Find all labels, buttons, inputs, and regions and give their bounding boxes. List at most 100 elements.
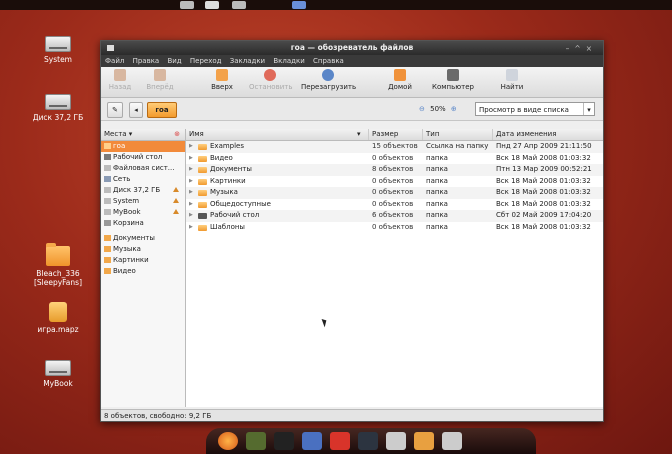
archive-icon — [49, 302, 67, 322]
zoom-out-icon[interactable]: ⊖ — [419, 105, 425, 113]
eject-icon[interactable] — [173, 187, 179, 192]
reload-button[interactable]: Перезагрузить — [301, 69, 356, 91]
expand-icon[interactable]: ▶ — [189, 222, 193, 234]
expand-icon[interactable]: ▶ — [189, 210, 193, 222]
desktop-icon-label: MyBook — [43, 379, 73, 388]
arrow-left-icon — [114, 69, 126, 81]
expand-icon[interactable]: ▶ — [189, 176, 193, 188]
network-icon — [104, 176, 111, 182]
sidebar-bookmark-documents[interactable]: Документы — [101, 233, 185, 244]
breadcrumb-home[interactable]: гоа — [147, 102, 177, 118]
sidebar-item-desktop[interactable]: Рабочий стол — [101, 152, 185, 163]
menu-edit[interactable]: Правка — [133, 57, 160, 65]
search-icon — [506, 69, 518, 81]
computer-button[interactable]: Компьютер — [431, 69, 475, 91]
sidebar-item-network[interactable]: Сеть — [101, 174, 185, 185]
menu-go[interactable]: Переход — [190, 57, 222, 65]
app-launcher-icon[interactable] — [274, 432, 294, 450]
desktop-icon-system[interactable]: System — [18, 36, 98, 64]
panel-applet-icon[interactable] — [292, 1, 306, 9]
menu-file[interactable]: Файл — [105, 57, 124, 65]
table-row[interactable]: ▶ Рабочий стол 6 объектов папка Сбт 02 Май 2… — [186, 210, 603, 222]
column-header-modified[interactable]: Дата изменения — [493, 129, 603, 140]
column-header-type[interactable]: Тип — [423, 129, 493, 140]
desktop-icon-label: System — [44, 55, 72, 64]
sidebar-item-home[interactable]: гоа — [101, 141, 185, 152]
drive-icon — [104, 209, 111, 215]
sidebar-item-mybook[interactable]: MyBook — [101, 207, 185, 218]
sidebar-bookmark-music[interactable]: Музыка — [101, 244, 185, 255]
window-menu-icon[interactable] — [107, 45, 114, 51]
drive-icon[interactable] — [442, 432, 462, 450]
forward-button[interactable]: Вперёд — [143, 69, 177, 91]
sidebar-item-trash[interactable]: Корзина — [101, 218, 185, 229]
computer-icon — [447, 69, 459, 81]
menu-help[interactable]: Справка — [313, 57, 344, 65]
drive-icon — [45, 360, 71, 376]
desktop-folder-icon — [198, 213, 207, 219]
app-launcher-icon[interactable] — [330, 432, 350, 450]
expand-icon[interactable]: ▶ — [189, 164, 193, 176]
table-row[interactable]: ▶ Документы 8 объектов папка Птн 13 Мар 2009… — [186, 164, 603, 176]
folder-icon[interactable] — [414, 432, 434, 450]
panel-applet-icon[interactable] — [205, 1, 219, 9]
chevron-down-icon: ▾ — [583, 103, 594, 115]
table-row[interactable]: ▶ Музыка 0 объектов папка Вск 18 Май 2008 01… — [186, 187, 603, 199]
drive-icon — [104, 187, 111, 193]
terminal-icon[interactable] — [358, 432, 378, 450]
menu-view[interactable]: Вид — [167, 57, 181, 65]
app-launcher-icon[interactable] — [302, 432, 322, 450]
app-launcher-icon[interactable] — [246, 432, 266, 450]
expand-icon[interactable]: ▶ — [189, 153, 193, 165]
zoom-in-icon[interactable]: ⊕ — [451, 105, 457, 113]
desktop-icon-mapz-file[interactable]: игра.mapz — [18, 302, 98, 334]
places-sidebar: Места ▾ ⊗ гоа Рабочий стол Файловая сист… — [101, 129, 186, 407]
sidebar-item-system[interactable]: System — [101, 196, 185, 207]
back-button[interactable]: Назад — [105, 69, 135, 91]
sidebar-item-disk[interactable]: Диск 37,2 ГБ — [101, 185, 185, 196]
panel-applet-icon[interactable] — [232, 1, 246, 9]
sidebar-bookmark-video[interactable]: Видео — [101, 266, 185, 277]
folder-icon — [198, 167, 207, 173]
sort-descending-icon: ▾ — [357, 130, 361, 138]
table-row[interactable]: ▶ Общедоступные 0 объектов папка Вск 18 Май … — [186, 199, 603, 211]
table-row[interactable]: ▶ Examples 15 объектов Ссылка на папку Пнд 2… — [186, 141, 603, 153]
drive-icon[interactable] — [386, 432, 406, 450]
desktop-icon-bleach-folder[interactable]: Bleach_336 [SleepyFans] — [18, 243, 98, 287]
eject-icon[interactable] — [173, 198, 179, 203]
close-sidebar-icon[interactable]: ⊗ — [174, 129, 180, 140]
file-list: Имя ▾ Размер Тип Дата изменения ▶ Examples… — [186, 129, 603, 407]
home-button[interactable]: Домой — [385, 69, 415, 91]
search-button[interactable]: Найти — [497, 69, 527, 91]
column-header-name[interactable]: Имя ▾ — [186, 129, 369, 140]
toggle-path-button[interactable]: ✎ — [107, 102, 123, 118]
menu-bookmarks[interactable]: Закладки — [230, 57, 265, 65]
folder-icon — [198, 201, 207, 208]
panel-applet-icon[interactable] — [180, 1, 194, 9]
up-button[interactable]: Вверх — [207, 69, 237, 91]
table-row[interactable]: ▶ Видео 0 объектов папка Вск 18 Май 2008 01:… — [186, 153, 603, 165]
desktop-icon-mybook[interactable]: MyBook — [18, 360, 98, 388]
expand-icon[interactable]: ▶ — [189, 199, 193, 211]
zoom-control[interactable]: ⊖ 50% ⊕ — [419, 105, 457, 113]
eject-icon[interactable] — [173, 209, 179, 214]
sidebar-header[interactable]: Места ▾ ⊗ — [101, 129, 185, 141]
folder-icon — [198, 224, 207, 231]
desktop-icon-label: Диск 37,2 ГБ — [32, 113, 84, 122]
window-titlebar[interactable]: гоа — обозреватель файлов –^× — [101, 41, 603, 55]
sidebar-bookmark-pictures[interactable]: Картинки — [101, 255, 185, 266]
table-row[interactable]: ▶ Картинки 0 объектов папка Вск 18 Май 2008 … — [186, 176, 603, 188]
expand-icon[interactable]: ▶ — [189, 187, 193, 199]
view-mode-select[interactable]: Просмотр в виде списка ▾ — [475, 102, 595, 116]
folder-icon — [46, 243, 70, 266]
table-row[interactable]: ▶ Шаблоны 0 объектов папка Вск 18 Май 2008 0… — [186, 222, 603, 234]
sidebar-item-filesystem[interactable]: Файловая сист... — [101, 163, 185, 174]
desktop-icon-disk[interactable]: Диск 37,2 ГБ — [18, 94, 98, 122]
column-header-size[interactable]: Размер — [369, 129, 423, 140]
firefox-icon[interactable] — [218, 432, 238, 450]
stop-button[interactable]: Остановить — [249, 69, 292, 91]
expand-icon[interactable]: ▶ — [189, 141, 193, 153]
window-controls[interactable]: –^× — [566, 42, 597, 56]
menu-tabs[interactable]: Вкладки — [273, 57, 304, 65]
path-scroll-left-button[interactable]: ◂ — [129, 102, 143, 118]
